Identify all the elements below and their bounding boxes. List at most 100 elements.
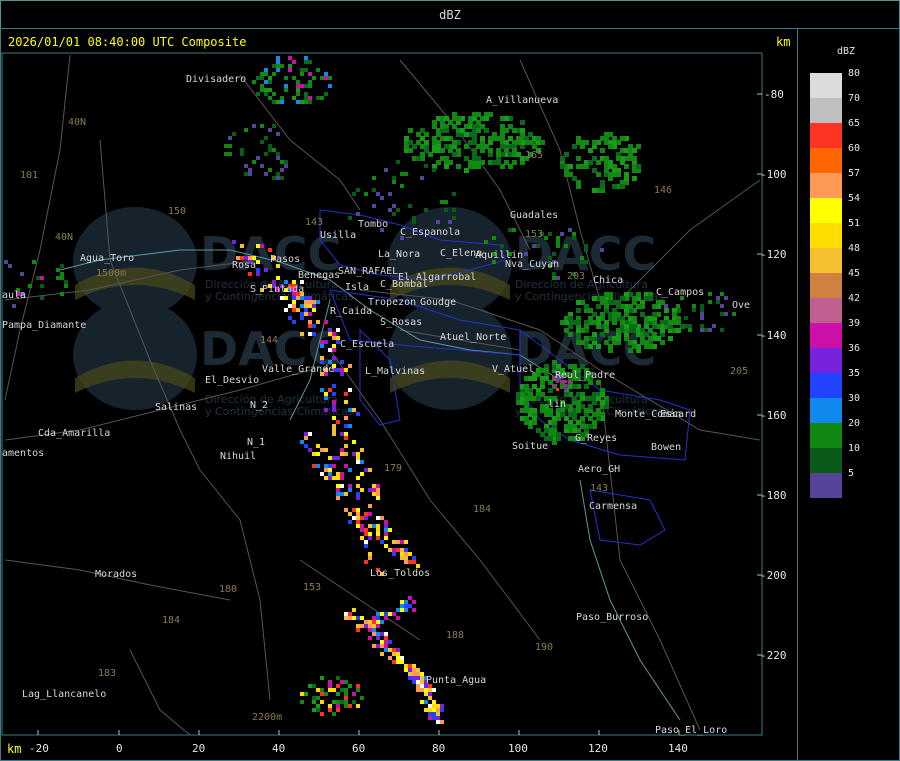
legend-swatch — [810, 98, 842, 123]
watermark-subtitle: y Contingencias Climáticas — [205, 405, 354, 418]
place-label: aula — [2, 290, 26, 301]
place-label: Escard — [660, 409, 696, 420]
legend-title: dBZ — [837, 46, 856, 57]
place-label: Nva_Cuyan — [505, 259, 559, 270]
legend-label: 60 — [848, 143, 861, 154]
legend-swatch — [810, 198, 842, 223]
legend-swatch — [810, 323, 842, 348]
place-label: S_Pintada — [250, 284, 304, 295]
bottom-axis-ticks — [37, 730, 680, 735]
legend-label: 48 — [848, 243, 861, 254]
place-label: C_Escuela — [340, 339, 394, 350]
route-label: 184 — [162, 615, 180, 626]
place-label: Carmensa — [589, 501, 637, 512]
place-label: Nihuil — [220, 451, 256, 462]
legend-label: 35 — [848, 368, 861, 379]
place-label: Morados — [95, 569, 137, 580]
legend-label: 80 — [848, 68, 861, 79]
route-label: 143 — [590, 483, 608, 494]
legend-label: 10 — [848, 443, 861, 454]
legend-label: 42 — [848, 293, 861, 304]
place-label: Benegas — [298, 270, 340, 281]
radar-map[interactable]: DACC DACC DACC DACC Dirección de Agricul… — [0, 0, 900, 761]
y-tick-label: -80 — [764, 88, 784, 101]
legend-label: 45 — [848, 268, 861, 279]
y-tick-label: -200 — [760, 569, 787, 582]
place-label: Soitue — [512, 441, 548, 452]
legend-label: 54 — [848, 193, 861, 204]
legend-swatch — [810, 298, 842, 323]
route-label: 179 — [384, 463, 402, 474]
route-label: 2200m — [252, 712, 282, 723]
legend-label: 30 — [848, 393, 861, 404]
route-label: 203 — [567, 271, 585, 282]
legend-swatch — [810, 348, 842, 373]
y-tick-label: -180 — [760, 489, 787, 502]
x-tick-label: 140 — [668, 742, 688, 755]
place-label: Usilla — [320, 230, 356, 241]
route-label: 150 — [168, 206, 186, 217]
x-tick-label: 40 — [272, 742, 286, 755]
legend-swatch — [810, 223, 842, 248]
x-tick-label: 120 — [588, 742, 608, 755]
route-label: 143 — [305, 217, 323, 228]
place-label: Valle_Grande — [262, 364, 334, 375]
place-label: Guadales — [510, 210, 558, 221]
place-label: Salinas — [155, 402, 197, 413]
y-tick-label: -140 — [760, 329, 787, 342]
place-label: G_Reyes — [575, 433, 617, 444]
timestamp-label: 2026/01/01 08:40:00 UTC Composite — [8, 35, 247, 49]
unit-label-top: km — [776, 35, 791, 49]
place-label: El_Desvio — [205, 375, 259, 386]
legend-swatch — [810, 73, 842, 98]
place-label: Ove — [732, 300, 750, 311]
legend-label: 5 — [848, 468, 855, 479]
place-label: Paso_El_Loro — [655, 725, 727, 736]
place-label: amentos — [2, 448, 44, 459]
route-label: 40N — [55, 232, 73, 243]
place-label: Isla — [345, 282, 369, 293]
route-label: 144 — [260, 335, 278, 346]
place-label: Rosa — [232, 260, 256, 271]
legend-swatch — [810, 373, 842, 398]
place-label: Goudge — [420, 297, 456, 308]
y-tick-label: -120 — [760, 248, 787, 261]
x-tick-label: 0 — [116, 742, 123, 755]
place-label: Atuel_Norte — [440, 332, 506, 343]
legend-label: 70 — [848, 93, 861, 104]
place-label: Pasos — [270, 254, 300, 265]
place-label: Agua_Toro — [80, 253, 134, 264]
place-label: La_Nora — [378, 249, 420, 260]
y-tick-label: -100 — [760, 168, 787, 181]
place-label: Cda_Amarilla — [38, 428, 110, 439]
legend-swatch — [810, 473, 842, 498]
route-label: 101 — [20, 170, 38, 181]
legend-label: 57 — [848, 168, 861, 179]
legend-swatch — [810, 148, 842, 173]
place-label: C_Bombal — [380, 279, 428, 290]
place-label: SAN_RAFAEL — [338, 266, 398, 277]
legend-label: 39 — [848, 318, 861, 329]
place-label: Tombo — [358, 219, 388, 230]
legend-label: 20 — [848, 418, 861, 429]
place-label: Lag_Llancanelo — [22, 689, 106, 700]
route-label: 153 — [303, 582, 321, 593]
legend-swatch — [810, 423, 842, 448]
unit-label-bottom: km — [7, 742, 22, 756]
place-label: Real_Padre — [555, 370, 615, 381]
legend-label: 65 — [848, 118, 861, 129]
place-label: C_Espanola — [400, 227, 460, 238]
y-tick-label: -220 — [760, 649, 787, 662]
place-label: A_Villanueva — [486, 95, 558, 106]
place-label: V_Atuel — [492, 364, 534, 375]
place-label: Aero_GH — [578, 464, 620, 475]
place-label: Pampa_Diamante — [2, 320, 86, 331]
route-label: 146 — [654, 185, 672, 196]
route-label: 188 — [446, 630, 464, 641]
route-label: 183 — [98, 668, 116, 679]
x-tick-label: -20 — [29, 742, 49, 755]
place-label: Paso_Burroso — [576, 612, 648, 623]
legend-swatch — [810, 273, 842, 298]
place-label: Tropezon — [368, 297, 416, 308]
legend-label: 36 — [848, 343, 861, 354]
